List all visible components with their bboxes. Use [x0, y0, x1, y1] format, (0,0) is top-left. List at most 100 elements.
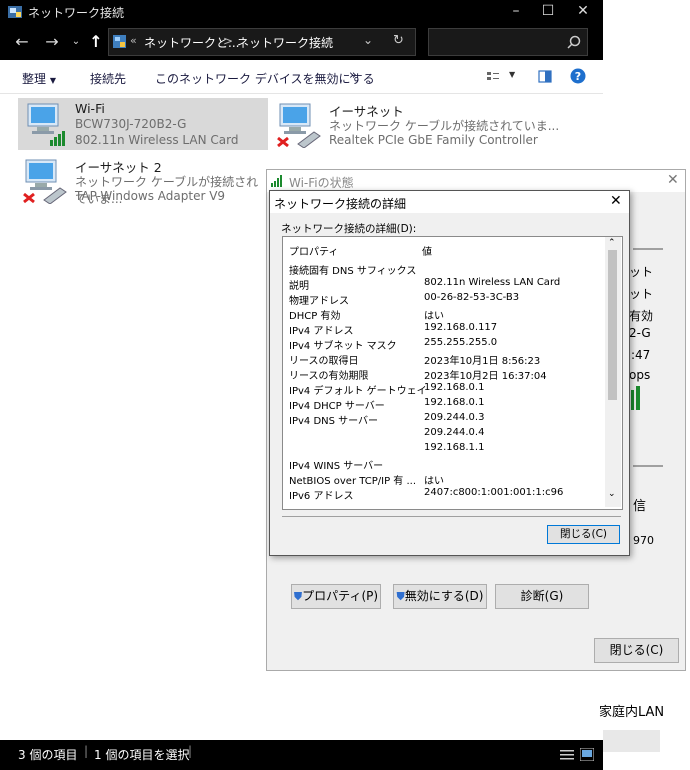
detail-value: 192.168.0.1 [424, 397, 485, 408]
detail-property: DHCP 有効 [289, 311, 341, 322]
detail-row[interactable]: IPv4 DHCP サーバー 192.168.0.1 [289, 397, 484, 412]
large-icons-view-icon[interactable] [580, 748, 594, 761]
detail-value: 209.244.0.4 [424, 427, 485, 438]
uac-shield-icon: ⛊ [396, 590, 405, 603]
detail-value: はい [424, 476, 444, 487]
detail-row[interactable]: リースの取得日 2023年10月1日 8:56:23 [289, 352, 540, 367]
navigation-bar: ← → ⌄ ↑ « ネットワークと... > ネットワーク接続 ⌄ ↻ [0, 24, 603, 60]
detail-row[interactable]: IPv4 アドレス 192.168.0.117 [289, 322, 497, 337]
address-bar[interactable]: « ネットワークと... > ネットワーク接続 ⌄ ↻ [108, 28, 416, 56]
up-arrow-icon[interactable]: ↑ [86, 32, 106, 52]
diagnose-button[interactable]: 診断(G) [495, 584, 589, 609]
details-close-button[interactable]: 閉じる(C) [547, 525, 620, 544]
detail-row[interactable]: IPv4 サブネット マスク 255.255.255.0 [289, 337, 497, 352]
partial-text: ット [629, 265, 654, 279]
view-options-dropdown-icon[interactable]: ▼ [509, 70, 515, 79]
close-dialog-icon[interactable]: ✕ [610, 193, 622, 209]
adapter-network: BCW730J-720B2-G [75, 117, 187, 131]
partial-text: :47 [631, 348, 651, 362]
back-arrow-icon[interactable]: ← [12, 32, 32, 52]
close-dialog-icon[interactable]: ✕ [667, 172, 679, 188]
change-view-icon[interactable] [486, 70, 500, 84]
maximize-button[interactable]: ☐ [531, 0, 565, 24]
group-divider [633, 465, 663, 467]
status-close-button[interactable]: 閉じる(C) [594, 638, 679, 663]
partial-text: 有効 [629, 309, 654, 323]
details-list[interactable]: プロパティ 値 接続固有 DNS サフィックス 説明 802.11n Wireles… [282, 236, 623, 510]
column-header-value[interactable]: 値 [422, 243, 432, 258]
detail-row[interactable]: IPv6 アドレス 2407:c800:1:001:001:1:c96 [289, 487, 563, 502]
close-window-button[interactable]: ✕ [566, 0, 600, 24]
column-header-property[interactable]: プロパティ [289, 243, 338, 258]
connect-to-button[interactable]: 接続先 [90, 70, 126, 87]
detail-row[interactable]: 物理アドレス 00-26-82-53-3C-B3 [289, 292, 519, 307]
properties-button[interactable]: ⛊プロパティ(P) [291, 584, 381, 609]
detail-value: 2023年10月2日 16:37:04 [424, 371, 547, 382]
dialog-divider [282, 516, 621, 517]
background-window: 家庭内LAN [599, 690, 690, 770]
disable-button[interactable]: ⛊無効にする(D) [393, 584, 487, 609]
detail-property: IPv4 デフォルト ゲートウェイ [289, 386, 427, 397]
detail-row[interactable]: 説明 802.11n Wireless LAN Card [289, 277, 560, 292]
svg-text:?: ? [575, 70, 581, 83]
scroll-thumb[interactable] [608, 250, 617, 400]
status-divider: | [84, 744, 89, 758]
detail-row[interactable]: IPv4 デフォルト ゲートウェイ 192.168.0.1 [289, 382, 484, 397]
vertical-scrollbar[interactable]: ⌃ ⌄ [605, 237, 621, 507]
forward-arrow-icon[interactable]: → [42, 32, 62, 52]
adapter-item-wifi[interactable]: Wi-Fi BCW730J-720B2-G 802.11n Wireless L… [18, 98, 268, 150]
address-dropdown-icon[interactable]: ⌄ [363, 33, 373, 47]
breadcrumb-network-connections[interactable]: ネットワーク接続 [237, 34, 333, 51]
item-count: 3 個の項目 [18, 748, 78, 762]
disable-label: 無効にする(D) [404, 589, 484, 603]
dialog-title-bar: ネットワーク接続の詳細 ✕ [270, 191, 629, 213]
dialog-title: ネットワーク接続の詳細 [274, 197, 407, 211]
partial-text: 2-G [629, 326, 651, 340]
minimize-button[interactable]: – [499, 0, 533, 24]
uac-shield-icon: ⛊ [293, 590, 303, 603]
detail-property: IPv4 サブネット マスク [289, 341, 397, 352]
preview-pane-icon[interactable] [538, 70, 552, 84]
detail-value: 192.168.0.117 [424, 322, 498, 333]
address-overflow[interactable]: « [130, 34, 137, 47]
partial-text: 信 [633, 499, 647, 514]
control-panel-icon [113, 35, 126, 48]
help-icon[interactable]: ? [570, 68, 586, 84]
breadcrumb-separator: > [223, 34, 234, 48]
properties-label: プロパティ(P) [302, 589, 379, 603]
adapter-device: TAP-Windows Adapter V9 [75, 189, 226, 203]
network-details-dialog: ネットワーク接続の詳細 ✕ ネットワーク接続の詳細(D): プロパティ 値 接続… [269, 190, 630, 556]
detail-row[interactable]: IPv4 DNS サーバー 209.244.0.3 [289, 412, 484, 427]
status-bar: 3 個の項目 | 1 個の項目を選択 | [0, 740, 603, 770]
detail-row[interactable]: DHCP 有効 はい [289, 307, 444, 322]
adapter-device: Realtek PCIe GbE Family Controller [329, 133, 538, 147]
detail-value: 2407:c800:1:001:001:1:c96 [424, 487, 564, 498]
partial-text: 970 [633, 534, 654, 547]
detail-value: 209.244.0.3 [424, 412, 485, 423]
scroll-down-icon[interactable]: ⌄ [608, 489, 616, 499]
command-bar: 整理 ▼ 接続先 このネットワーク デバイスを無効にする » ▼ ? [0, 60, 603, 94]
detail-row[interactable]: 接続固有 DNS サフィックス [289, 262, 416, 277]
network-folder-icon [8, 6, 22, 18]
more-commands-button[interactable]: » [349, 68, 357, 83]
scroll-up-icon[interactable]: ⌃ [608, 238, 616, 248]
detail-property: リースの有効期限 [289, 371, 369, 382]
detail-property: IPv4 WINS サーバー [289, 461, 384, 472]
detail-row[interactable]: リースの有効期限 2023年10月2日 16:37:04 [289, 367, 547, 382]
adapter-item-ethernet-2[interactable]: イーサネット 2 ネットワーク ケーブルが接続されていま... TAP-Wind… [18, 154, 268, 206]
ethernet-adapter-icon [277, 103, 321, 148]
search-input[interactable] [428, 28, 588, 56]
adapter-device: 802.11n Wireless LAN Card [75, 133, 239, 147]
detail-property: IPv4 DNS サーバー [289, 416, 379, 427]
detail-value: 192.168.1.1 [424, 442, 485, 453]
detail-row[interactable]: IPv4 WINS サーバー [289, 457, 383, 472]
organize-menu[interactable]: 整理 ▼ [22, 70, 56, 87]
refresh-icon[interactable]: ↻ [393, 33, 404, 48]
detail-row[interactable]: NetBIOS over TCP/IP 有 ... はい [289, 472, 444, 487]
recent-locations-chevron-icon[interactable]: ⌄ [66, 32, 86, 52]
window-title: ネットワーク接続 [28, 6, 125, 20]
dialog-title-bar: Wi-Fiの状態 ✕ [267, 170, 685, 192]
disable-device-button[interactable]: このネットワーク デバイスを無効にする [155, 70, 375, 87]
adapter-item-ethernet[interactable]: イーサネット ネットワーク ケーブルが接続されていま... Realtek PC… [272, 98, 572, 150]
details-view-icon[interactable] [560, 749, 574, 761]
